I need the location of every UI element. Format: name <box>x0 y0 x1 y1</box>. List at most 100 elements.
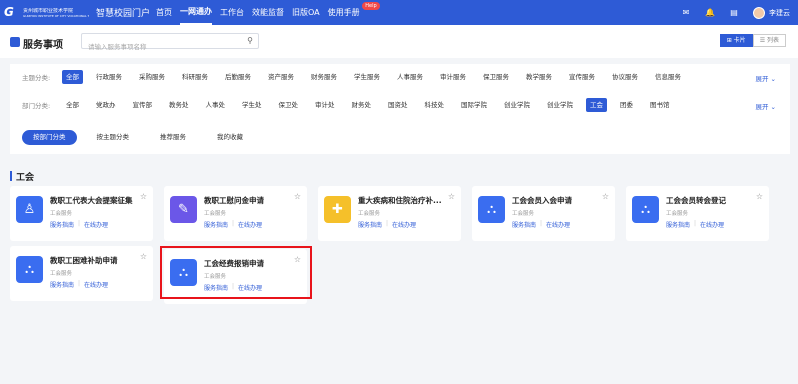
search-icon[interactable]: ⚲ <box>247 36 253 45</box>
theme-chip[interactable]: 保卫服务 <box>479 70 513 84</box>
dept-chip[interactable]: 财务处 <box>348 98 376 112</box>
theme-expand-label: 展开 <box>755 75 769 83</box>
nav-user-manual[interactable]: 使用手册 Help <box>327 0 380 25</box>
chevron-down-icon: ⌄ <box>770 75 776 83</box>
dept-chip[interactable]: 图书馆 <box>646 98 674 112</box>
service-card[interactable]: ⛬ 工会会员入会申请 工会服务 服务指南 | 在线办理 ☆ <box>472 186 615 241</box>
list-view-button[interactable]: ☰ 列表 <box>752 34 786 47</box>
theme-chip[interactable]: 人事服务 <box>393 70 427 84</box>
theme-chip[interactable]: 行政服务 <box>92 70 126 84</box>
dept-chip[interactable]: 创业学院 <box>543 98 577 112</box>
theme-chip[interactable]: 科研服务 <box>178 70 212 84</box>
theme-chip[interactable]: 资产服务 <box>264 70 298 84</box>
card-view-label: 卡片 <box>733 37 746 44</box>
username[interactable]: 李建云 <box>769 8 790 18</box>
service-guide-link[interactable]: 服务指南 <box>50 280 74 289</box>
tab-recommended[interactable]: 推荐服务 <box>149 130 197 145</box>
star-icon[interactable]: ☆ <box>448 192 455 201</box>
service-links: 服务指南 | 在线办理 <box>50 280 109 289</box>
theme-chip[interactable]: 宣传服务 <box>565 70 599 84</box>
online-handle-link[interactable]: 在线办理 <box>700 220 724 229</box>
online-handle-link[interactable]: 在线办理 <box>84 280 108 289</box>
school-logo[interactable]: G 贵州城市职业技术学院 GUIZHOU INSTITUTE OF CITY V… <box>4 6 90 19</box>
theme-chip[interactable]: 教学服务 <box>522 70 556 84</box>
online-handle-link[interactable]: 在线办理 <box>546 220 570 229</box>
mail-icon[interactable]: ✉ <box>681 8 691 17</box>
theme-filter-row: 主题分类: 全部 行政服务 采购服务 科研服务 后勤服务 资产服务 财务服务 学… <box>22 70 694 84</box>
search-input[interactable] <box>82 40 232 54</box>
star-icon[interactable]: ☆ <box>140 252 147 261</box>
online-handle-link[interactable]: 在线办理 <box>238 220 262 229</box>
dept-expand-link[interactable]: 展开 ⌄ <box>755 101 776 111</box>
theme-chip[interactable]: 后勤服务 <box>221 70 255 84</box>
nav-user-manual-label: 使用手册 <box>327 8 360 17</box>
service-card[interactable]: ✚ 重大疾病和住院治疗补... 工会服务 服务指南 | 在线办理 ☆ <box>318 186 461 241</box>
avatar[interactable] <box>753 6 765 19</box>
dept-chip[interactable]: 保卫处 <box>275 98 303 112</box>
service-guide-link[interactable]: 服务指南 <box>204 220 228 229</box>
nav-workbench[interactable]: 工作台 <box>220 0 244 25</box>
dept-filter-row: 部门分类: 全部 党政办 宣传部 教务处 人事处 学生处 保卫处 审计处 财务处… <box>22 98 683 112</box>
dept-chip[interactable]: 党政办 <box>92 98 120 112</box>
star-icon[interactable]: ☆ <box>602 192 609 201</box>
tab-by-theme[interactable]: 按主题分类 <box>85 130 140 145</box>
top-navigation-bar: G 贵州城市职业技术学院 GUIZHOU INSTITUTE OF CITY V… <box>0 0 798 25</box>
help-badge: Help <box>362 2 380 10</box>
service-card[interactable]: ♙ 教职工代表大会提案征集 工会服务 服务指南 | 在线办理 ☆ <box>10 186 153 241</box>
dept-chip[interactable]: 学生处 <box>238 98 266 112</box>
list-view-label: 列表 <box>766 37 779 44</box>
theme-chip[interactable]: 审计服务 <box>436 70 470 84</box>
star-icon[interactable]: ☆ <box>294 192 301 201</box>
tab-my-favorites[interactable]: 我的收藏 <box>206 130 254 145</box>
service-guide-link[interactable]: 服务指南 <box>512 220 536 229</box>
dept-chip[interactable]: 创业学院 <box>500 98 534 112</box>
service-links: 服务指南 | 在线办理 <box>666 220 725 229</box>
star-icon[interactable]: ☆ <box>756 192 763 201</box>
dept-chip[interactable]: 国资处 <box>384 98 412 112</box>
bell-icon[interactable]: 🔔 <box>705 8 715 17</box>
nav-one-stop-service[interactable]: 一网通办 <box>180 0 213 25</box>
document-icon[interactable]: ▤ <box>729 8 739 17</box>
tab-by-department[interactable]: 按部门分类 <box>22 130 77 145</box>
star-icon[interactable]: ☆ <box>140 192 147 201</box>
service-guide-link[interactable]: 服务指南 <box>358 220 382 229</box>
dept-chip[interactable]: 工会 <box>586 98 607 112</box>
theme-chip[interactable]: 信息服务 <box>651 70 685 84</box>
online-handle-link[interactable]: 在线办理 <box>392 220 416 229</box>
nav-home[interactable]: 首页 <box>156 0 172 25</box>
theme-chip[interactable]: 财务服务 <box>307 70 341 84</box>
service-card[interactable]: ⛬ 工会会员转会登记 工会服务 服务指南 | 在线办理 ☆ <box>626 186 769 241</box>
service-category: 工会服务 <box>512 211 535 217</box>
view-toggle: ⊞ 卡片 ☰ 列表 <box>719 34 786 47</box>
online-handle-link[interactable]: 在线办理 <box>84 220 108 229</box>
service-card[interactable]: ✎ 教职工慰问金申请 工会服务 服务指南 | 在线办理 ☆ <box>164 186 307 241</box>
nav-old-oa[interactable]: 旧版OA <box>292 0 320 25</box>
theme-chip[interactable]: 采购服务 <box>135 70 169 84</box>
medical-kit-icon: ✚ <box>324 196 351 223</box>
theme-chip[interactable]: 全部 <box>62 70 83 84</box>
theme-chip[interactable]: 学生服务 <box>350 70 384 84</box>
service-category: 工会服务 <box>666 211 689 217</box>
service-guide-link[interactable]: 服务指南 <box>50 220 74 229</box>
dept-chip[interactable]: 国际学院 <box>457 98 491 112</box>
chevron-down-icon: ⌄ <box>770 103 776 111</box>
service-card[interactable]: ⛬ 教职工困难补助申请 工会服务 服务指南 | 在线办理 ☆ <box>10 246 153 301</box>
theme-filter-label: 主题分类: <box>22 74 51 82</box>
theme-chip[interactable]: 协议服务 <box>608 70 642 84</box>
dept-chip[interactable]: 全部 <box>62 98 83 112</box>
service-name: 工会会员入会申请 <box>512 196 572 205</box>
dept-chip[interactable]: 人事处 <box>202 98 230 112</box>
service-links: 服务指南 | 在线办理 <box>512 220 571 229</box>
theme-expand-link[interactable]: 展开 ⌄ <box>755 73 776 83</box>
dept-chip[interactable]: 宣传部 <box>129 98 157 112</box>
dept-chip[interactable]: 团委 <box>616 98 637 112</box>
dept-chip[interactable]: 审计处 <box>311 98 339 112</box>
service-guide-link[interactable]: 服务指南 <box>666 220 690 229</box>
dept-chip[interactable]: 教务处 <box>165 98 193 112</box>
dept-chip[interactable]: 科技处 <box>421 98 449 112</box>
section-title: 工会 <box>16 173 35 183</box>
main-nav: 首页 一网通办 工作台 效能监督 旧版OA 使用手册 Help <box>156 0 380 25</box>
portal-name[interactable]: 智慧校园门户 <box>96 6 150 19</box>
card-view-button[interactable]: ⊞ 卡片 <box>719 34 753 47</box>
nav-efficiency-supervision[interactable]: 效能监督 <box>252 0 284 25</box>
